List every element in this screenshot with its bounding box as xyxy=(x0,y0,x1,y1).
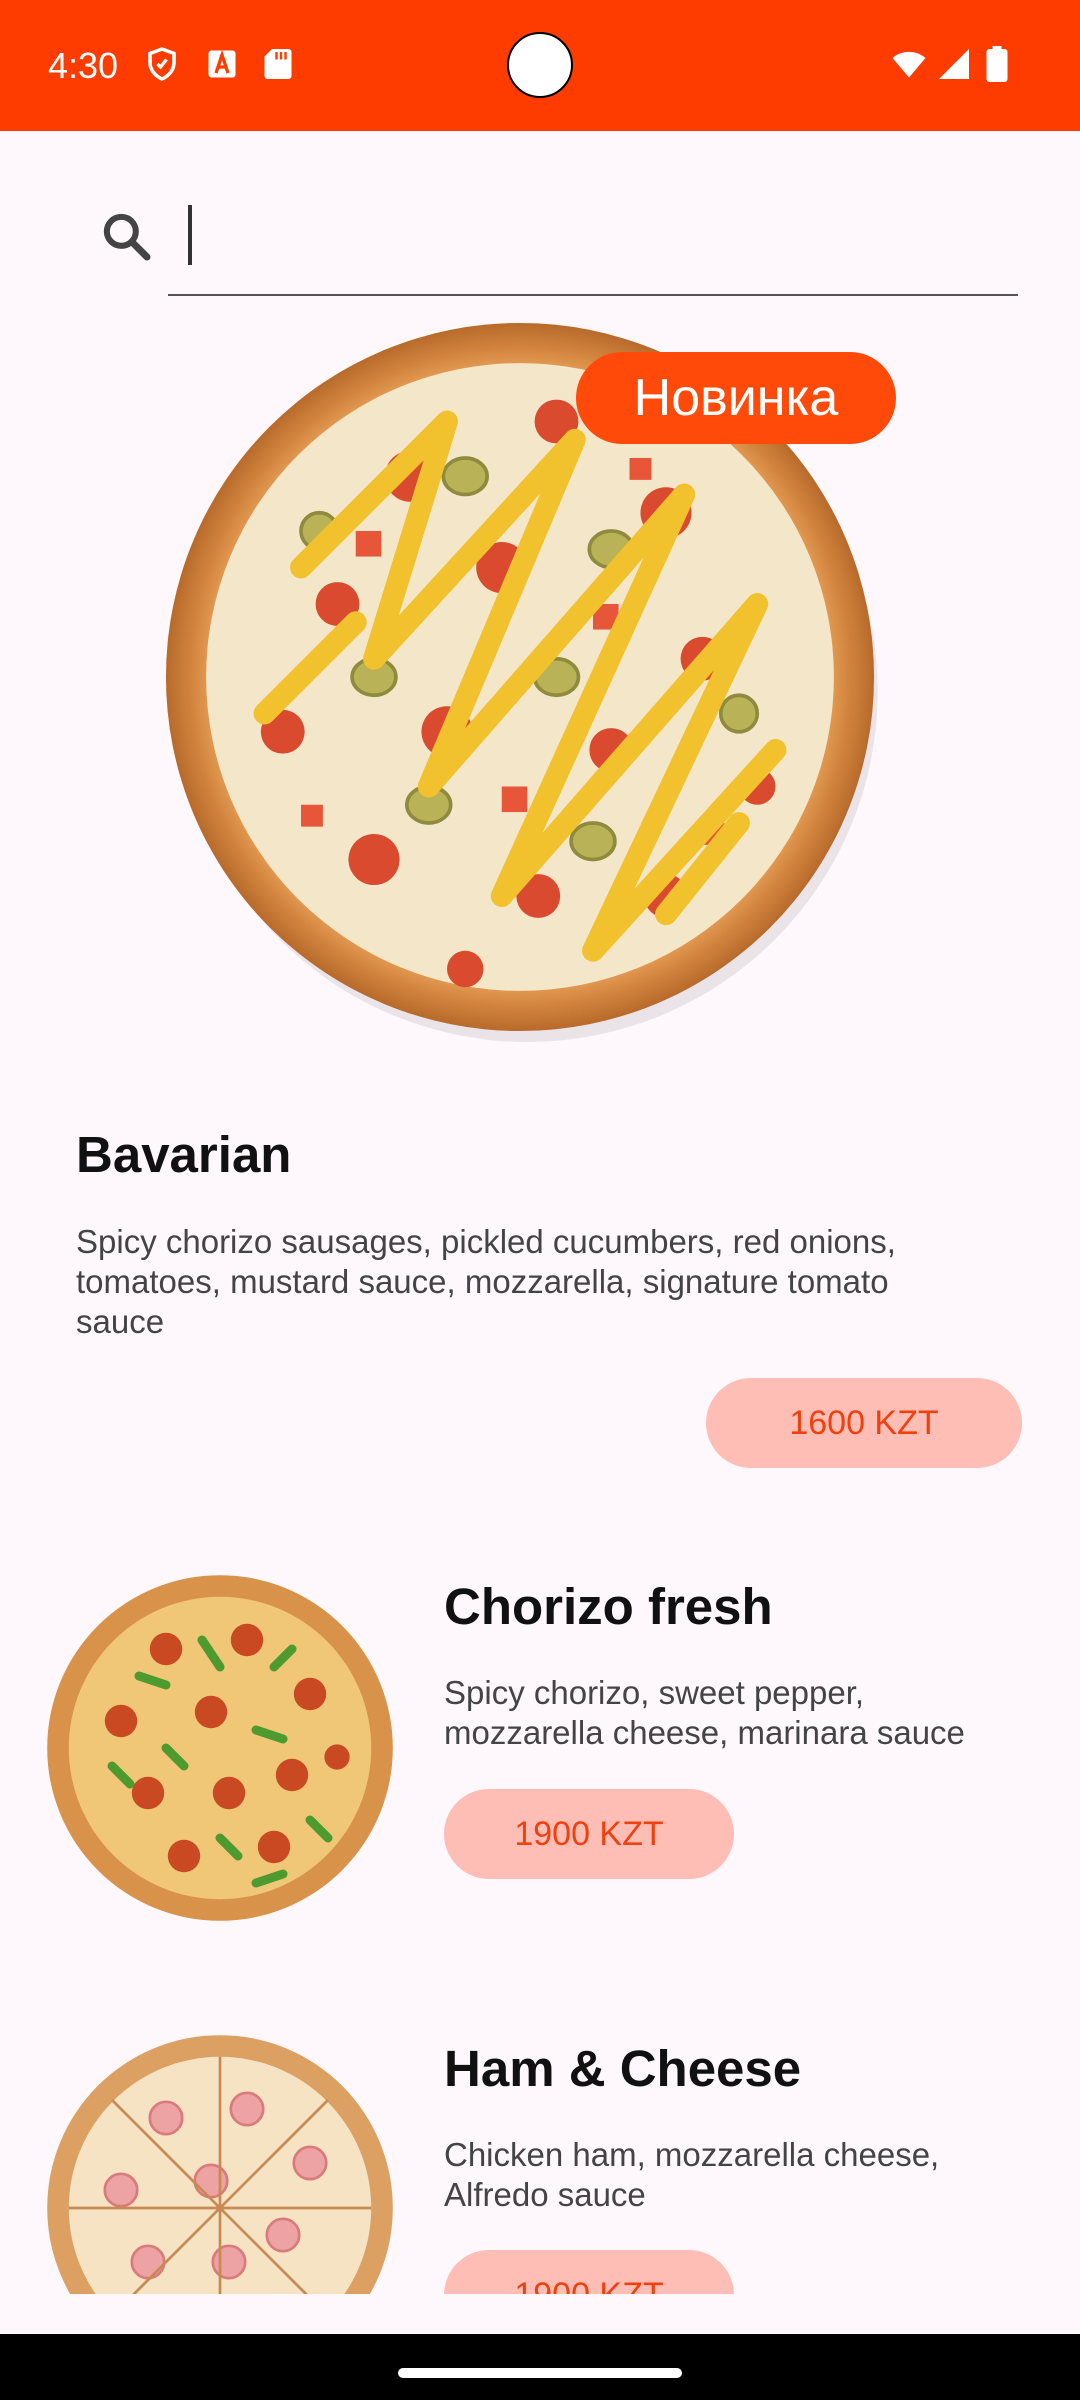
search-input[interactable] xyxy=(168,196,1018,296)
home-gesture-handle[interactable] xyxy=(398,2368,682,2378)
search-icon[interactable] xyxy=(98,208,154,264)
sd-card-icon xyxy=(264,49,292,79)
signal-icon xyxy=(939,49,969,79)
product-description: Chicken ham, mozzarella cheese, Alfredo … xyxy=(444,2136,940,2213)
product-list-viewport: Ham & Cheese Chicken ham, mozzarella che… xyxy=(0,1930,1080,2294)
status-time: 4:30 xyxy=(48,45,119,86)
product-description: Spicy chorizo, sweet pepper, mozzarella … xyxy=(444,1674,965,1751)
price-button[interactable]: 1900 KZT xyxy=(444,1789,734,1879)
new-badge: Новинка xyxy=(576,352,896,444)
product-title: Chorizo fresh xyxy=(444,1578,773,1635)
font-a-icon xyxy=(208,49,236,78)
product-description: Spicy chorizo sausages, pickled cucumber… xyxy=(76,1223,896,1340)
product-title: Bavarian xyxy=(76,1126,292,1183)
battery-icon xyxy=(986,46,1008,82)
status-bar: 4:30 xyxy=(0,0,1080,131)
navigation-bar xyxy=(0,2334,1080,2400)
chorizo-fresh-pizza-image[interactable] xyxy=(40,1568,400,1928)
product-title: Ham & Cheese xyxy=(444,2040,802,2097)
wifi-icon xyxy=(892,51,926,78)
shield-icon xyxy=(148,47,176,81)
text-caret xyxy=(188,205,192,265)
camera-cutout xyxy=(507,32,573,98)
ham-cheese-pizza-image[interactable] xyxy=(40,2028,400,2294)
price-button[interactable]: 1900 KZT xyxy=(444,2250,734,2294)
price-button[interactable]: 1600 KZT xyxy=(706,1378,1022,1468)
